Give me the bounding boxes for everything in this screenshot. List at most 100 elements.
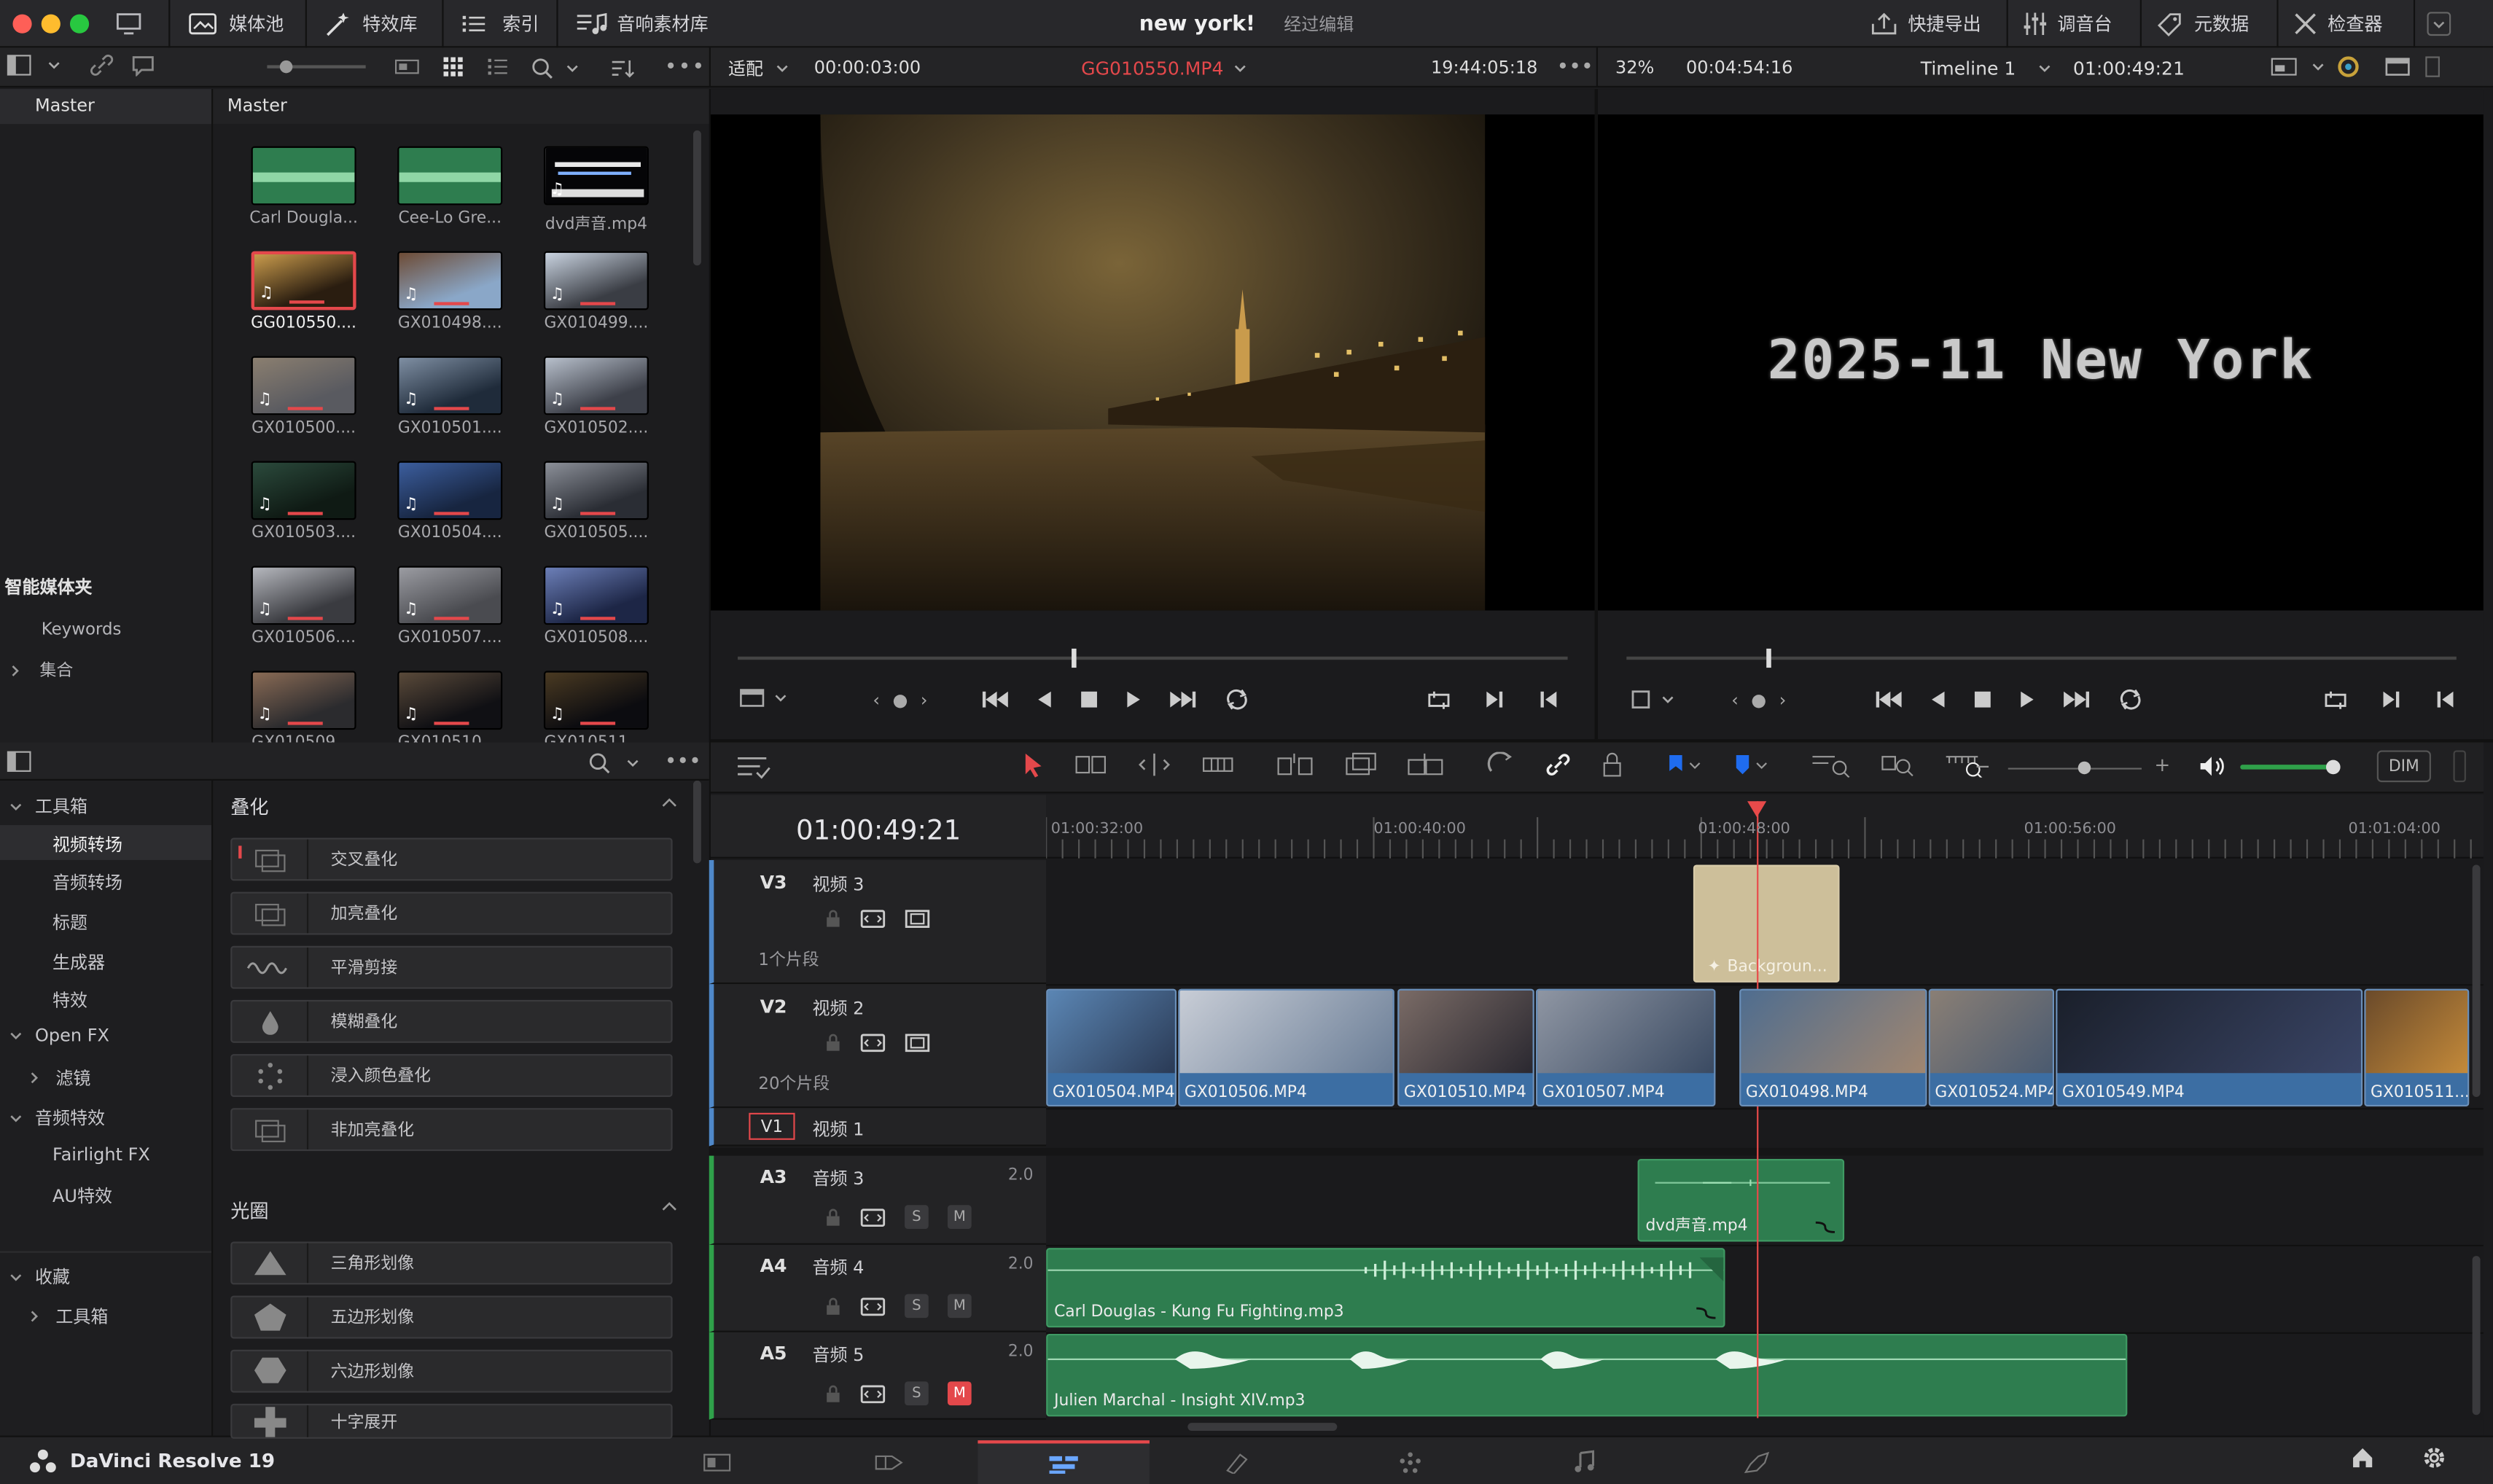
speaker-icon[interactable] xyxy=(2197,754,2225,779)
media-clip-thumbnail[interactable]: ♫ GX010506.... xyxy=(245,566,362,647)
more-options-icon[interactable]: ••• xyxy=(1557,55,1593,79)
list-view-icon[interactable] xyxy=(486,55,509,78)
chevron-down-icon[interactable] xyxy=(1661,693,1674,706)
playhead[interactable] xyxy=(1747,801,1767,1418)
index-tab[interactable]: 索引 xyxy=(461,0,539,47)
timeline-h-scrollbar[interactable] xyxy=(1187,1423,1338,1432)
reverse-play-icon[interactable] xyxy=(1035,688,1054,711)
effect-item[interactable]: 模糊叠化 xyxy=(230,999,673,1043)
more-options-icon[interactable]: ••• xyxy=(665,750,701,774)
search-icon[interactable] xyxy=(588,751,611,774)
position-lock-icon[interactable] xyxy=(1601,752,1623,778)
media-clip-thumbnail[interactable]: ♫ dvd声音.mp4 xyxy=(537,146,655,234)
trim-tool-icon[interactable] xyxy=(1073,752,1108,778)
overwrite-clip-icon[interactable] xyxy=(1343,752,1378,778)
skip-to-start-icon[interactable] xyxy=(1875,688,1903,711)
tree-filters[interactable]: 滤镜 xyxy=(28,1065,90,1090)
media-clip-thumbnail[interactable]: Carl Dougla... xyxy=(245,146,362,227)
effect-item[interactable]: 加亮叠化 xyxy=(230,891,673,935)
chevron-down-icon[interactable] xyxy=(774,692,787,704)
mixer-button[interactable]: 调音台 xyxy=(2022,0,2112,47)
track-name[interactable]: 视频 3 xyxy=(813,871,865,897)
play-icon[interactable] xyxy=(1124,688,1143,711)
tree-video-transitions[interactable]: 视频转场 xyxy=(0,825,212,860)
track-name[interactable]: 音频 3 xyxy=(813,1165,865,1191)
skip-to-start-icon[interactable] xyxy=(981,688,1010,711)
source-frame[interactable] xyxy=(710,114,1595,611)
fusion-page-icon[interactable] xyxy=(1151,1440,1323,1484)
chevron-down-icon[interactable] xyxy=(566,61,578,74)
expand-chevron-icon[interactable] xyxy=(2426,0,2451,47)
zoom-window-button[interactable] xyxy=(69,14,90,34)
settings-gear-icon[interactable] xyxy=(2422,1445,2447,1471)
effect-item[interactable]: 交叉叠化 xyxy=(230,837,673,881)
zoom-level[interactable]: 32% xyxy=(1615,58,1654,78)
panel-toggle-icon[interactable] xyxy=(2423,55,2442,78)
track-id[interactable]: V1 xyxy=(749,1112,795,1140)
insert-clip-icon[interactable] xyxy=(1276,752,1314,778)
mark-in-icon[interactable] xyxy=(1537,688,1560,711)
search-icon[interactable] xyxy=(531,56,553,79)
bin-master[interactable]: Master xyxy=(0,89,212,125)
effect-item[interactable]: 平滑剪接 xyxy=(230,945,673,989)
effects-tab[interactable]: 特效库 xyxy=(324,0,418,47)
output-mode-icon[interactable] xyxy=(2271,55,2299,78)
fit-dropdown[interactable]: 适配 xyxy=(728,55,763,80)
audio-track-scrollbar[interactable] xyxy=(2472,1256,2481,1415)
lock-icon[interactable] xyxy=(825,910,841,929)
mark-in-icon[interactable] xyxy=(2434,688,2457,711)
media-clip-thumbnail[interactable]: ♫ GX010505.... xyxy=(537,461,655,542)
timeline-video-clip[interactable]: GX010506.MP4 xyxy=(1178,988,1394,1107)
auto-select-icon[interactable] xyxy=(860,1297,886,1316)
minimize-window-button[interactable] xyxy=(41,14,61,34)
auto-select-icon[interactable] xyxy=(860,1034,886,1053)
timeline-video-clip[interactable]: GX010504.MP4 xyxy=(1046,988,1177,1107)
media-clip-thumbnail[interactable]: ♫ GX010502.... xyxy=(537,356,655,437)
chevron-down-icon[interactable] xyxy=(47,59,60,71)
linked-selection-icon[interactable] xyxy=(1544,752,1572,778)
thumbnail-size-slider[interactable] xyxy=(267,60,366,74)
close-window-button[interactable] xyxy=(12,14,32,34)
reverse-play-icon[interactable] xyxy=(1929,688,1948,711)
media-clip-thumbnail[interactable]: ♫ GX010500.... xyxy=(245,356,362,437)
metadata-button[interactable]: 元数据 xyxy=(2156,0,2249,47)
home-icon[interactable] xyxy=(2350,1445,2376,1471)
effect-item[interactable]: 六边形划像 xyxy=(230,1349,673,1393)
metadata-view-icon[interactable] xyxy=(394,55,420,78)
sort-icon[interactable] xyxy=(611,56,636,79)
track-name[interactable]: 视频 2 xyxy=(813,995,865,1020)
tree-au-fx[interactable]: AU特效 xyxy=(52,1183,112,1208)
bin-keywords[interactable]: Keywords xyxy=(42,620,122,639)
auto-select-icon[interactable] xyxy=(860,910,886,929)
effect-item[interactable]: 浸入颜色叠化 xyxy=(230,1054,673,1097)
match-frame-icon[interactable] xyxy=(2323,688,2349,711)
chevron-down-icon[interactable] xyxy=(626,756,639,768)
chat-icon[interactable] xyxy=(130,54,156,77)
solo-button[interactable]: S xyxy=(905,1294,929,1319)
media-clip-thumbnail[interactable]: ♫ GX010499.... xyxy=(537,251,655,332)
chevron-down-icon[interactable] xyxy=(2038,61,2051,74)
tree-titles[interactable]: 标题 xyxy=(52,910,87,935)
edit-page-icon[interactable] xyxy=(978,1440,1150,1484)
timeline-video-clip[interactable]: GX010498.MP4 xyxy=(1739,988,1927,1107)
effects-scrollbar[interactable] xyxy=(692,780,701,864)
solo-button[interactable]: S xyxy=(905,1205,929,1230)
zoom-out-icon[interactable]: − xyxy=(1975,755,1991,778)
mark-out-icon[interactable] xyxy=(1483,688,1506,711)
timeline-video-clip[interactable]: GX010510.MP4 xyxy=(1397,988,1534,1107)
tree-favorites[interactable]: 收藏 xyxy=(9,1264,70,1289)
chevron-up-icon[interactable] xyxy=(661,1200,677,1213)
track-name[interactable]: 音频 4 xyxy=(813,1254,865,1280)
media-clip-thumbnail[interactable]: ♫ GX010498.... xyxy=(391,251,509,332)
track-name[interactable]: 音频 5 xyxy=(813,1342,865,1367)
auto-select-icon[interactable] xyxy=(860,1208,886,1227)
track-name[interactable]: 视频 1 xyxy=(813,1116,865,1141)
fullscreen-icon[interactable] xyxy=(2385,58,2411,77)
match-frame-icon[interactable] xyxy=(1426,688,1451,711)
effect-item[interactable]: 十字展开 xyxy=(230,1403,673,1439)
media-clip-thumbnail[interactable]: ♫ GX010511.... xyxy=(537,671,655,743)
lock-icon[interactable] xyxy=(825,1034,841,1053)
tree-toolbox[interactable]: 工具箱 xyxy=(9,793,87,819)
sidebar-toggle-icon[interactable] xyxy=(7,54,32,77)
media-clip-thumbnail[interactable]: ♫ GX010507.... xyxy=(391,566,509,647)
